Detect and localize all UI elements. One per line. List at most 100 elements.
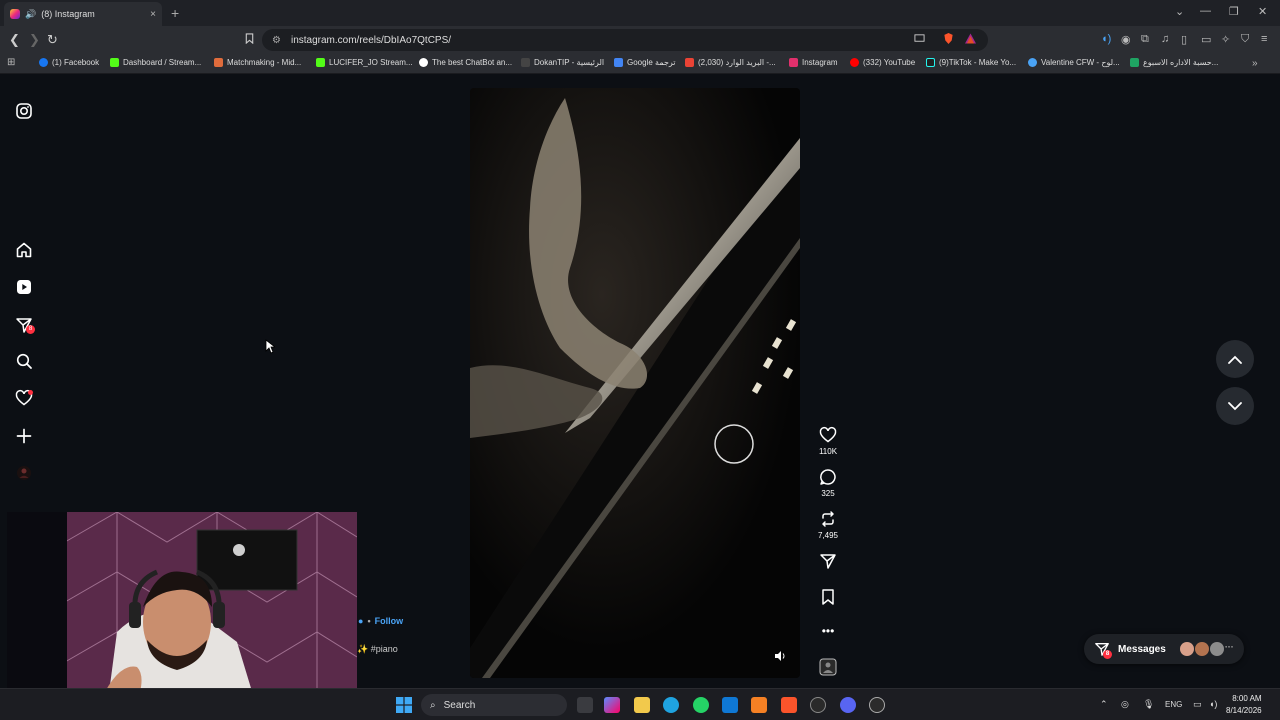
bookmark-item[interactable]: Dashboard / Stream... xyxy=(110,58,201,67)
leo-ai-icon[interactable]: ✧ xyxy=(1221,33,1230,46)
vpn-icon[interactable]: ◉ xyxy=(1121,33,1131,46)
bookmark-item[interactable]: DokanTIP - الرئيسية xyxy=(521,58,604,67)
discord-icon[interactable] xyxy=(840,697,856,713)
file-explorer-icon[interactable] xyxy=(634,697,650,713)
brave-shields-icon[interactable] xyxy=(943,33,954,44)
audio-thumbnail-icon[interactable] xyxy=(819,658,837,676)
task-view-icon[interactable] xyxy=(577,697,593,713)
follow-label[interactable]: Follow xyxy=(375,616,404,626)
wallet-icon[interactable]: ▭ xyxy=(1201,33,1211,46)
back-icon[interactable]: ❮ xyxy=(9,32,20,48)
outlook-icon[interactable] xyxy=(722,697,738,713)
follow-button[interactable]: ● • Follow xyxy=(358,616,403,626)
whatsapp-icon[interactable] xyxy=(693,697,709,713)
cast-icon[interactable] xyxy=(914,33,925,44)
cloud-app-icon[interactable] xyxy=(751,697,767,713)
messages-button[interactable]: 8 Messages ··· xyxy=(1084,634,1244,664)
messages-count-badge: 8 xyxy=(1103,650,1112,659)
menu-icon[interactable]: ≡ xyxy=(1261,33,1267,45)
volume-icon[interactable] xyxy=(774,650,786,662)
new-tab-button[interactable]: + xyxy=(171,5,179,21)
bookmark-item[interactable]: (9)TikTok - Make Yo... xyxy=(926,58,1016,67)
taskbar-search-placeholder: Search xyxy=(443,699,476,711)
language-indicator[interactable]: ENG xyxy=(1165,700,1182,709)
minimize-icon[interactable]: — xyxy=(1200,5,1211,17)
repost-icon[interactable] xyxy=(819,510,837,528)
like-action[interactable]: 110K xyxy=(812,426,844,456)
browser-toolbar: ❮ ❯ ↻ ⚙ instagram.com/reels/DbIAo7QtCPS/… xyxy=(0,26,1280,54)
speaker-icon[interactable]: 🔊 xyxy=(25,9,36,20)
bookmark-item[interactable]: (2,030) البريد الوارد -... xyxy=(685,58,776,67)
share-action[interactable] xyxy=(812,552,844,573)
caption-hashtag[interactable]: #piano xyxy=(371,644,398,654)
bookmark-item[interactable]: (1) Facebook xyxy=(39,58,99,67)
address-bar[interactable]: ⚙ instagram.com/reels/DbIAo7QtCPS/ xyxy=(262,29,988,51)
facebook-icon xyxy=(39,58,48,67)
site-controls-icon[interactable]: ⚙ xyxy=(272,35,281,46)
repost-action[interactable]: 7,495 xyxy=(812,510,844,540)
more-options-icon[interactable]: ••• xyxy=(812,624,844,638)
tab-instagram[interactable]: 🔊 (8) Instagram × xyxy=(4,2,162,26)
restore-icon[interactable]: ❐ xyxy=(1229,5,1239,18)
google-translate-icon xyxy=(614,58,623,67)
instagram-logo-icon[interactable] xyxy=(15,102,33,120)
youtube-icon xyxy=(850,58,859,67)
tray-app-icon[interactable]: ◎ xyxy=(1121,699,1129,710)
bookmark-item[interactable]: Google ترجمة xyxy=(614,58,676,67)
chevron-down-icon xyxy=(1228,401,1242,410)
close-window-icon[interactable]: ✕ xyxy=(1258,5,1267,18)
bookmark-item[interactable]: حسبة الاداره الاسبوع... xyxy=(1130,58,1218,67)
bookmark-item[interactable]: The best ChatBot an... xyxy=(419,58,512,67)
steam-icon[interactable] xyxy=(869,697,885,713)
save-action[interactable] xyxy=(812,588,844,609)
share-icon[interactable] xyxy=(819,552,837,570)
valentine-icon xyxy=(1028,58,1037,67)
brave-browser-icon[interactable] xyxy=(781,697,797,713)
bookmarks-bar: ⊞ (1) Facebook Dashboard / Stream... Mat… xyxy=(0,54,1280,74)
reels-icon[interactable] xyxy=(15,278,33,296)
search-icon: ⌕ xyxy=(430,699,436,711)
comment-action[interactable]: 325 xyxy=(812,468,844,498)
windows-taskbar: ⌕ Search ⌃ ◎ 🎙 ENG ▭ ◖) 8:00 AM 8/14/202… xyxy=(0,688,1280,720)
url-text[interactable]: instagram.com/reels/DbIAo7QtCPS/ xyxy=(291,35,988,46)
kick-icon xyxy=(316,58,325,67)
system-clock[interactable]: 8:00 AM 8/14/2026 xyxy=(1226,693,1262,717)
reel-video[interactable] xyxy=(470,88,800,678)
bookmark-item[interactable]: Instagram xyxy=(789,58,838,67)
microphone-icon[interactable]: 🎙 xyxy=(1143,699,1154,710)
previous-reel-button[interactable] xyxy=(1216,340,1254,378)
vpn-shield-icon[interactable]: ⛉ xyxy=(1241,33,1249,46)
bookmark-save-icon[interactable] xyxy=(819,588,837,606)
reload-icon[interactable]: ↻ xyxy=(47,32,58,48)
extensions-icon[interactable]: ⧉ xyxy=(1141,33,1149,46)
bookmark-item[interactable]: (332) YouTube xyxy=(850,58,915,67)
network-icon[interactable]: ▭ xyxy=(1193,699,1202,710)
brave-rewards-icon[interactable] xyxy=(965,33,976,44)
profile-avatar-icon[interactable] xyxy=(15,464,33,482)
close-tab-icon[interactable]: × xyxy=(150,9,156,20)
bookmark-item[interactable]: Valentine CFW - لوح... xyxy=(1028,58,1120,67)
bookmark-item[interactable]: Matchmaking - Mid... xyxy=(214,58,301,67)
forward-icon[interactable]: ❯ xyxy=(29,32,40,48)
comment-icon[interactable] xyxy=(819,468,837,486)
create-plus-icon[interactable] xyxy=(15,427,33,445)
taskbar-search[interactable]: ⌕ Search xyxy=(421,694,567,716)
next-reel-button[interactable] xyxy=(1216,387,1254,425)
more-bookmarks-icon[interactable]: » xyxy=(1252,58,1258,69)
windows-start-icon[interactable] xyxy=(396,697,412,713)
tab-search-icon[interactable]: ⌄ xyxy=(1175,5,1184,18)
like-heart-icon[interactable] xyxy=(819,426,837,444)
music-icon[interactable]: ♫ xyxy=(1161,33,1169,45)
audio-extension-icon[interactable]: ◖) xyxy=(1101,33,1111,45)
bookmark-item[interactable]: LUCIFER_JO Stream... xyxy=(316,58,413,67)
home-icon[interactable] xyxy=(15,241,33,259)
copilot-icon[interactable] xyxy=(604,697,620,713)
volume-tray-icon[interactable]: ◖) xyxy=(1209,699,1217,709)
tray-overflow-icon[interactable]: ⌃ xyxy=(1100,699,1108,710)
edge-icon[interactable] xyxy=(663,697,679,713)
bookmark-page-icon[interactable] xyxy=(244,33,255,44)
sidebar-toggle-icon[interactable]: ▯ xyxy=(1181,33,1187,46)
obs-icon[interactable] xyxy=(810,697,826,713)
apps-grid-icon[interactable]: ⊞ xyxy=(7,57,15,68)
search-icon[interactable] xyxy=(15,352,33,370)
